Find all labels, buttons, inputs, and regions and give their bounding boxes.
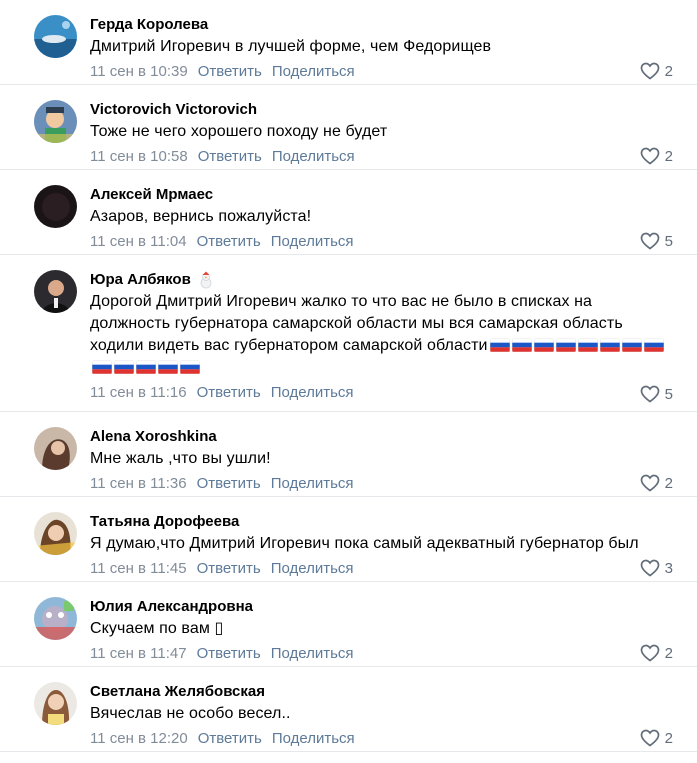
comment-text: Вячеслав не особо весел.. [90,705,291,722]
comment: Victorovich Victorovich Тоже не чего хор… [0,85,697,170]
share-button[interactable]: Поделиться [271,475,354,492]
comment-date[interactable]: 11 сен в 11:47 [90,645,187,662]
comment-date[interactable]: 11 сен в 10:58 [90,148,188,165]
avatar[interactable] [34,185,77,228]
author-name[interactable]: Алексей Мрмаес [90,185,213,205]
share-button[interactable]: Поделиться [272,148,355,165]
heart-outline-icon [640,644,660,662]
like-count: 2 [664,62,673,80]
russian-flag-icon [599,338,620,352]
russian-flag-icon [180,360,200,374]
comment-text: Скучаем по вам ▯ [90,620,224,637]
like-button[interactable]: 2 [640,729,673,747]
share-button[interactable]: Поделиться [272,730,355,747]
comment-text: Тоже не чего хорошего походу не будет [90,123,388,140]
like-button[interactable]: 2 [640,644,673,662]
author-name[interactable]: Victorovich Victorovich [90,100,257,120]
like-button[interactable]: 2 [640,147,673,165]
author-name[interactable]: Юлия Александровна [90,597,253,617]
like-button[interactable]: 5 [640,232,673,250]
comment: Алексей Мрмаес Азаров, вернись пожалуйст… [0,170,697,255]
author-name[interactable]: Светлана Желябовская [90,682,265,702]
comments-feed: Герда Королева Дмитрий Игоревич в лучшей… [0,0,697,752]
author-name[interactable]: Герда Королева [90,15,208,35]
comment-text: Дмитрий Игоревич в лучшей форме, чем Фед… [90,38,492,55]
like-count: 2 [664,147,673,165]
comment: Герда Королева Дмитрий Игоревич в лучшей… [0,0,697,85]
reply-button[interactable]: Ответить [197,560,261,577]
comment-body: Герда Королева Дмитрий Игоревич в лучшей… [90,15,673,82]
russian-flag-icon [643,338,664,352]
russian-flag-icon [511,338,532,352]
comment-text: Азаров, вернись пожалуйста! [90,208,312,225]
like-count: 2 [664,729,673,747]
russian-flag-icon [489,338,510,352]
avatar[interactable] [34,15,77,58]
comment: Татьяна Дорофеева Я думаю,что Дмитрий Иг… [0,497,697,582]
avatar[interactable] [34,100,77,143]
share-button[interactable]: Поделиться [271,645,354,662]
comment-date[interactable]: 11 сен в 11:45 [90,560,187,577]
reply-button[interactable]: Ответить [197,475,261,492]
comment-text: Мне жаль ,что вы ушли! [90,450,271,467]
heart-outline-icon [640,474,660,492]
russian-flag-icon [114,360,134,374]
reply-button[interactable]: Ответить [197,233,261,250]
like-count: 2 [664,644,673,662]
share-button[interactable]: Поделиться [271,233,354,250]
russian-flag-icon [555,338,576,352]
like-button[interactable]: 5 [640,385,673,403]
avatar[interactable] [34,682,77,725]
comment-date[interactable]: 11 сен в 11:36 [90,475,187,492]
like-button[interactable]: 2 [640,62,673,80]
russian-flag-icon [158,360,178,374]
comment-text: Дорогой Дмитрий Игоревич жалко то что ва… [90,291,673,379]
russian-flag-icon [621,338,642,352]
heart-outline-icon [640,385,660,403]
heart-outline-icon [640,232,660,250]
heart-outline-icon [640,62,660,80]
russian-flag-icon [577,338,598,352]
comment: Alena Xoroshkina Мне жаль ,что вы ушли! … [0,412,697,497]
avatar[interactable] [34,427,77,470]
author-name[interactable]: Татьяна Дорофеева [90,512,239,532]
author-name[interactable]: Alena Xoroshkina [90,427,217,447]
reply-button[interactable]: Ответить [197,645,261,662]
russian-flag-icon [136,360,156,374]
like-count: 2 [664,474,673,492]
heart-outline-icon [640,147,660,165]
avatar[interactable] [34,270,77,313]
comment-date[interactable]: 11 сен в 11:04 [90,233,187,250]
share-button[interactable]: Поделиться [271,384,354,401]
share-button[interactable]: Поделиться [271,560,354,577]
comment-date[interactable]: 11 сен в 11:16 [90,384,187,401]
heart-outline-icon [640,729,660,747]
avatar[interactable] [34,597,77,640]
like-count: 5 [664,232,673,250]
reply-button[interactable]: Ответить [198,63,262,80]
russian-flag-icon [533,338,554,352]
author-name[interactable]: Юра Албяков [90,270,191,290]
snowman-icon [200,271,212,289]
like-count: 5 [664,385,673,403]
heart-outline-icon [640,559,660,577]
comment: Юра Албяков Дорогой Дмитрий Игоревич жал… [0,255,697,412]
comment-text: Я думаю,что Дмитрий Игоревич пока самый … [90,535,639,552]
like-button[interactable]: 3 [640,559,673,577]
like-button[interactable]: 2 [640,474,673,492]
reply-button[interactable]: Ответить [198,148,262,165]
comment: Юлия Александровна Скучаем по вам ▯ 11 с… [0,582,697,667]
comment-date[interactable]: 11 сен в 12:20 [90,730,188,747]
reply-button[interactable]: Ответить [198,730,262,747]
russian-flag-icon [92,360,112,374]
reply-button[interactable]: Ответить [197,384,261,401]
like-count: 3 [664,559,673,577]
avatar[interactable] [34,512,77,555]
comment: Светлана Желябовская Вячеслав не особо в… [0,667,697,752]
share-button[interactable]: Поделиться [272,63,355,80]
comment-date[interactable]: 11 сен в 10:39 [90,63,188,80]
